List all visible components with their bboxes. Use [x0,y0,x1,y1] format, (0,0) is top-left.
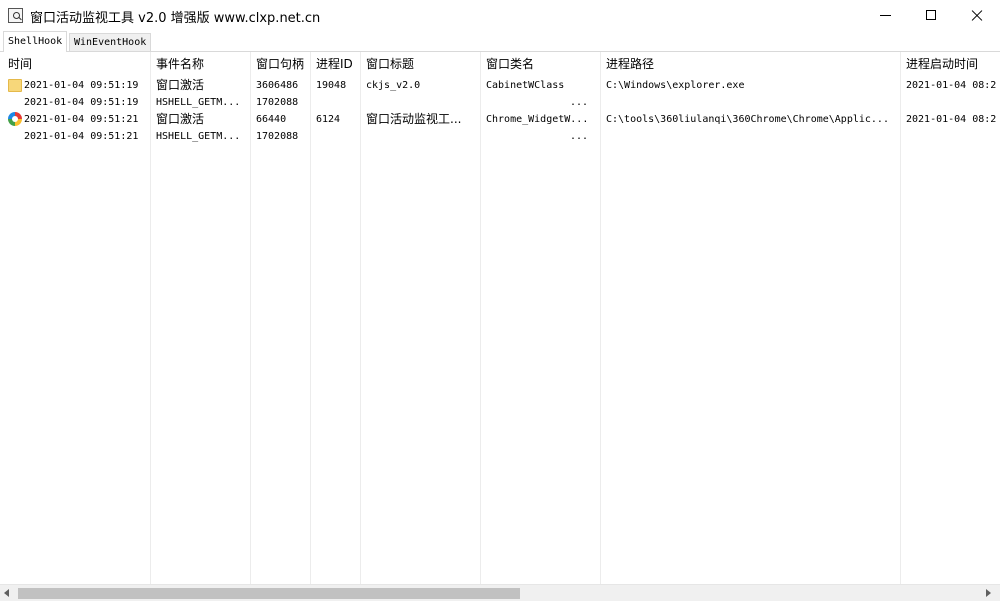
tab-shellhook[interactable]: ShellHook [3,31,68,52]
cell-time: 2021-01-04 09:51:19 [24,97,139,108]
cell-time: 2021-01-04 09:51:19 [24,80,139,91]
window-title: 窗口活动监视工具 v2.0 增强版 www.clxp.net.cn [30,11,321,26]
column-header-pid[interactable]: 进程ID [310,52,360,76]
table-row[interactable]: 2021-01-04 09:51:19 HSHELL_GETM... 17020… [0,94,1000,111]
column-header-window-title[interactable]: 窗口标题 [360,52,480,76]
tab-wineventhook[interactable]: WinEventHook [69,33,152,51]
scrollbar-thumb[interactable] [18,588,520,599]
cell-hwnd: 1702088 [256,97,299,108]
table-row[interactable]: 2021-01-04 09:51:19 窗口激活 3606486 19048 c… [0,77,1000,94]
scroll-left-arrow-icon[interactable] [4,589,9,597]
cell-event: HSHELL_GETM... [156,97,241,108]
column-header-window-class[interactable]: 窗口类名 [480,52,600,76]
cell-event: 窗口激活 [156,112,205,126]
magnifier-window-icon [8,8,23,23]
cell-window-title: ckjs_v2.0 [366,80,421,91]
cell-pid: 6124 [316,114,341,125]
cell-start-time: 2021-01-04 08:2 [906,114,997,125]
cell-hwnd: 66440 [256,114,287,125]
tab-bar: ShellHook WinEventHook [0,31,1000,52]
column-header-hwnd[interactable]: 窗口句柄 [250,52,310,76]
horizontal-scrollbar[interactable] [0,584,1000,602]
column-header-start-time[interactable]: 进程启动时间 [900,52,1000,76]
cell-window-class: Chrome_WidgetW... [486,114,589,125]
scroll-right-arrow-icon[interactable] [986,589,991,597]
table-row[interactable]: 2021-01-04 09:51:21 窗口激活 66440 6124 窗口活动… [0,111,1000,128]
cell-pid: 19048 [316,80,347,91]
cell-window-title: 窗口活动监视工... [366,112,462,126]
cell-window-class: CabinetWClass [486,80,565,91]
cell-process-path: C:\tools\360liulanqi\360Chrome\Chrome\Ap… [606,114,889,125]
title-bar: 窗口活动监视工具 v2.0 增强版 www.clxp.net.cn [0,0,1000,31]
cell-event: 窗口激活 [156,78,205,92]
cell-process-path: C:\Windows\explorer.exe [606,80,745,91]
column-header-event[interactable]: 事件名称 [150,52,250,76]
column-header-time[interactable]: 时间 [2,52,150,76]
close-button[interactable] [954,0,1000,31]
overflow-ellipsis: ... [570,131,589,142]
table-row[interactable]: 2021-01-04 09:51:21 HSHELL_GETM... 17020… [0,128,1000,145]
cell-event: HSHELL_GETM... [156,131,241,142]
column-header-process-path[interactable]: 进程路径 [600,52,900,76]
cell-time: 2021-01-04 09:51:21 [24,131,139,142]
minimize-button[interactable] [862,0,908,31]
cell-hwnd: 3606486 [256,80,299,91]
cell-start-time: 2021-01-04 08:2 [906,80,997,91]
cell-hwnd: 1702088 [256,131,299,142]
maximize-button[interactable] [908,0,954,31]
overflow-ellipsis: ... [570,97,589,108]
cell-time: 2021-01-04 09:51:21 [24,114,139,125]
